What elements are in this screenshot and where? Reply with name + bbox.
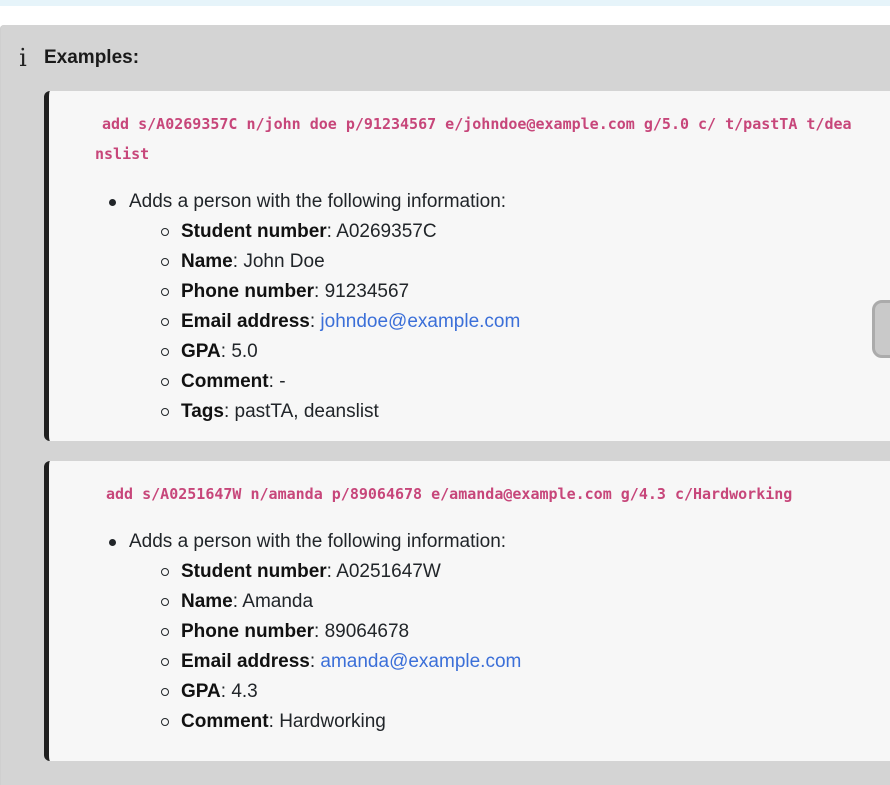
field-label: Name [181,251,233,272]
field-email: Email address: amanda@example.com [159,647,521,677]
intro-text: Adds a person with the following informa… [129,531,507,552]
field-email: Email address: johndoe@example.com [159,307,520,337]
example-card: add s/A0251647W n/amanda p/89064678 e/am… [44,461,890,761]
field-label: Tags [181,401,224,422]
field-comment: Comment: - [159,367,520,397]
example-card: add s/A0269357C n/john doe p/91234567 e/… [44,91,890,441]
command-code: add s/A0251647W n/amanda p/89064678 e/am… [106,485,793,503]
email-link[interactable]: johndoe@example.com [320,311,520,332]
field-label: GPA [181,681,221,702]
callout-title: Examples: [44,47,140,68]
bullet-list: Adds a person with the following informa… [107,187,520,427]
field-value: 89064678 [324,621,410,642]
command-code: add s/A0269357C n/john doe p/91234567 e/… [95,115,852,163]
field-value: pastTA, deanslist [234,401,379,422]
field-value: A0251647W [336,561,441,582]
field-gpa: GPA: 5.0 [159,337,520,367]
field-label: Student number [181,561,327,582]
field-value: Hardworking [279,711,386,732]
field-value: 4.3 [231,681,258,702]
field-comment: Comment: Hardworking [159,707,521,737]
info-icon: i [19,44,27,72]
top-strip [0,0,890,6]
field-value: 91234567 [324,281,410,302]
field-label: Name [181,591,233,612]
field-label: Student number [181,221,327,242]
intro-text: Adds a person with the following informa… [129,191,507,212]
field-label: GPA [181,341,221,362]
field-label: Comment [181,371,269,392]
field-gpa: GPA: 4.3 [159,677,521,707]
bullet-list: Adds a person with the following informa… [107,527,521,737]
field-value: A0269357C [336,221,437,242]
field-student-number: Student number: A0251647W [159,557,521,587]
field-list: Student number: A0251647W Name: Amanda P… [129,557,521,737]
field-name: Name: John Doe [159,247,520,277]
field-label: Phone number [181,621,315,642]
field-label: Comment [181,711,269,732]
field-value: - [279,371,286,392]
field-value: 5.0 [231,341,258,362]
field-value: John Doe [243,251,325,272]
field-label: Email address [181,651,310,672]
field-tags: Tags: pastTA, deanslist [159,397,520,427]
field-name: Name: Amanda [159,587,521,617]
field-label: Email address [181,311,310,332]
field-label: Phone number [181,281,315,302]
field-list: Student number: A0269357C Name: John Doe… [129,217,520,427]
list-item: Adds a person with the following informa… [107,187,520,427]
field-phone: Phone number: 89064678 [159,617,521,647]
list-item: Adds a person with the following informa… [107,527,521,737]
field-phone: Phone number: 91234567 [159,277,520,307]
field-student-number: Student number: A0269357C [159,217,520,247]
email-link[interactable]: amanda@example.com [320,651,521,672]
field-value: Amanda [242,591,314,612]
scroll-handle[interactable] [872,300,890,358]
